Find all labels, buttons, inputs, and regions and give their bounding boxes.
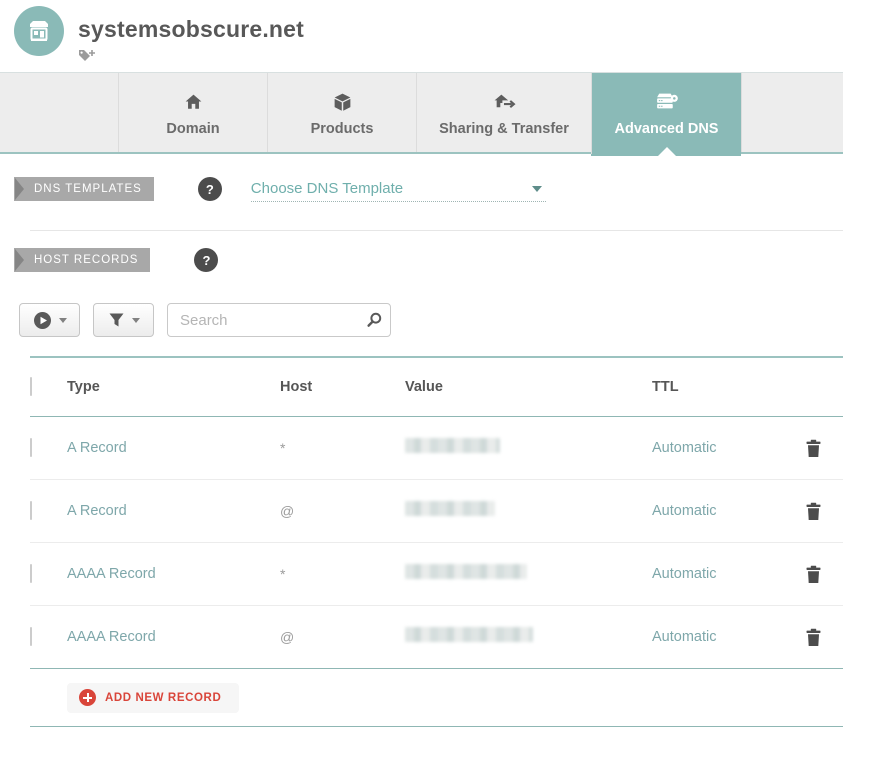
- tab-advanced-dns[interactable]: Advanced DNS: [591, 73, 741, 154]
- tab-sharing-transfer[interactable]: Sharing & Transfer: [416, 73, 591, 154]
- row-checkbox[interactable]: [30, 564, 32, 583]
- search-box: [167, 303, 391, 337]
- row-checkbox[interactable]: [30, 501, 32, 520]
- chevron-down-icon: [532, 186, 542, 192]
- home-icon: [183, 89, 204, 115]
- bulk-actions-dropdown[interactable]: [19, 303, 80, 337]
- add-tag-icon[interactable]: [78, 49, 96, 65]
- box-icon: [332, 89, 353, 115]
- record-type[interactable]: AAAA Record: [67, 629, 280, 645]
- table-row: AAAA Record @ Automatic: [30, 606, 843, 669]
- domain-header: systemsobscure.net: [0, 0, 874, 72]
- add-record-row: ADD NEW RECORD: [30, 669, 843, 727]
- host-records-table: Type Host Value TTL A Record * Automatic: [30, 356, 843, 727]
- record-ttl[interactable]: Automatic: [652, 503, 772, 519]
- chevron-down-icon: [132, 318, 140, 323]
- select-all-checkbox[interactable]: [30, 377, 32, 396]
- record-host[interactable]: @: [280, 503, 405, 519]
- table-header-row: Type Host Value TTL: [30, 358, 843, 417]
- column-header-ttl: TTL: [652, 379, 772, 395]
- delete-record-button[interactable]: [805, 439, 822, 458]
- record-ttl[interactable]: Automatic: [652, 566, 772, 582]
- redacted-value[interactable]: [405, 501, 495, 516]
- record-host[interactable]: *: [280, 440, 405, 456]
- dns-server-icon: [654, 89, 679, 115]
- host-records-toolbar: [19, 303, 391, 337]
- delete-record-button[interactable]: [805, 565, 822, 584]
- redacted-value[interactable]: [405, 627, 533, 642]
- add-new-record-button[interactable]: ADD NEW RECORD: [67, 683, 239, 713]
- dns-template-select[interactable]: Choose DNS Template: [251, 176, 546, 202]
- column-header-type: Type: [67, 379, 280, 395]
- trash-icon: [805, 502, 822, 521]
- tab-domain[interactable]: Domain: [118, 73, 267, 154]
- funnel-icon: [108, 312, 125, 328]
- column-header-host: Host: [280, 379, 405, 395]
- dns-templates-badge: DNS TEMPLATES: [14, 177, 154, 201]
- column-header-value: Value: [405, 379, 652, 395]
- dns-template-select-value: Choose DNS Template: [251, 180, 403, 197]
- search-input[interactable]: [167, 303, 391, 337]
- plus-circle-icon: [79, 689, 96, 706]
- domain-tabbar: Domain Products Sharing & Transfer: [0, 72, 843, 154]
- home-transfer-icon: [493, 89, 516, 115]
- tab-products[interactable]: Products: [267, 73, 416, 154]
- record-ttl[interactable]: Automatic: [652, 440, 772, 456]
- host-records-badge: HOST RECORDS: [14, 248, 150, 272]
- tabbar-filler: [741, 73, 843, 154]
- add-new-record-label: ADD NEW RECORD: [105, 692, 221, 704]
- advanced-dns-page: systemsobscure.net Domain: [0, 0, 874, 758]
- table-row: A Record @ Automatic: [30, 480, 843, 543]
- trash-icon: [805, 565, 822, 584]
- delete-record-button[interactable]: [805, 502, 822, 521]
- table-row: A Record * Automatic: [30, 417, 843, 480]
- record-type[interactable]: A Record: [67, 503, 280, 519]
- dns-templates-help-icon[interactable]: ?: [198, 177, 222, 201]
- redacted-value[interactable]: [405, 438, 500, 453]
- section-divider: [30, 230, 843, 231]
- record-type[interactable]: AAAA Record: [67, 566, 280, 582]
- magnifier-icon[interactable]: [366, 312, 382, 333]
- record-type[interactable]: A Record: [67, 440, 280, 456]
- chevron-down-icon: [59, 318, 67, 323]
- host-records-section: HOST RECORDS ?: [14, 248, 218, 272]
- trash-icon: [805, 439, 822, 458]
- redacted-value[interactable]: [405, 564, 527, 579]
- play-circle-icon: [33, 311, 52, 330]
- filter-dropdown[interactable]: [93, 303, 154, 337]
- trash-icon: [805, 628, 822, 647]
- record-ttl[interactable]: Automatic: [652, 629, 772, 645]
- table-row: AAAA Record * Automatic: [30, 543, 843, 606]
- record-host[interactable]: @: [280, 629, 405, 645]
- row-checkbox[interactable]: [30, 627, 32, 646]
- tab-products-label: Products: [311, 121, 374, 137]
- host-records-help-icon[interactable]: ?: [194, 248, 218, 272]
- delete-record-button[interactable]: [805, 628, 822, 647]
- tab-domain-label: Domain: [166, 121, 219, 137]
- tabbar-spacer: [0, 73, 118, 154]
- dns-templates-section: DNS TEMPLATES ? Choose DNS Template: [14, 176, 546, 202]
- storefront-icon: [14, 6, 64, 56]
- record-host[interactable]: *: [280, 566, 405, 582]
- row-checkbox[interactable]: [30, 438, 32, 457]
- page-title: systemsobscure.net: [78, 16, 304, 43]
- tab-sharing-transfer-label: Sharing & Transfer: [439, 121, 569, 137]
- tab-advanced-dns-label: Advanced DNS: [615, 121, 719, 137]
